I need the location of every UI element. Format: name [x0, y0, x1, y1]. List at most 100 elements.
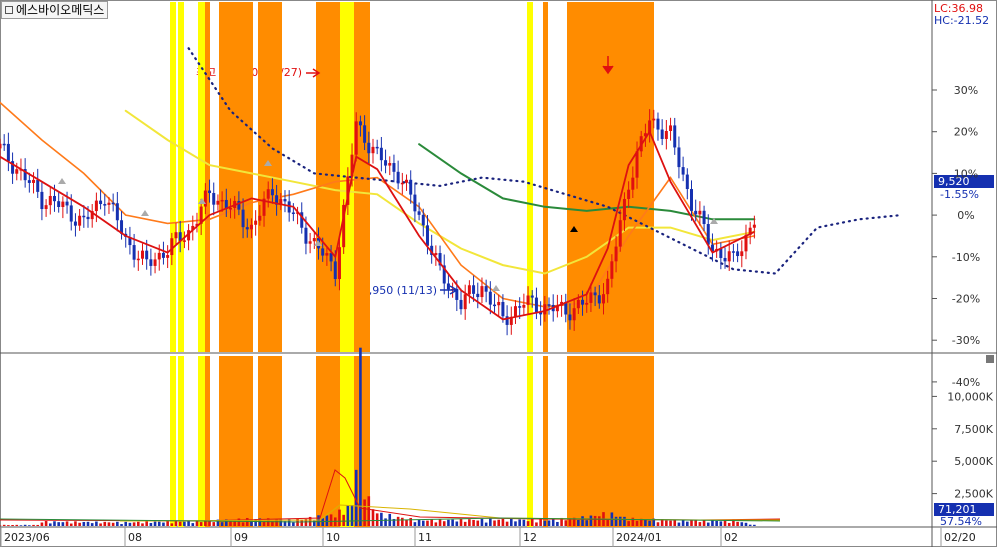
volume-bar: [589, 515, 593, 526]
event-band-volume: [354, 356, 364, 527]
volume-bar: [744, 522, 748, 526]
candle-body: [388, 163, 392, 166]
candle-body: [23, 169, 27, 181]
candle-body: [710, 244, 714, 252]
volume-bar: [120, 524, 123, 526]
candle-body: [52, 195, 56, 202]
volume-bar: [405, 519, 408, 526]
volume-bar: [614, 516, 618, 526]
volume-bar: [375, 513, 379, 526]
candle-body: [229, 207, 232, 210]
volume-bar: [61, 522, 65, 526]
volume-bar: [639, 518, 643, 526]
high-annotation: 최고 12,130 (09/27): [196, 66, 303, 79]
candle-body: [161, 252, 165, 258]
candle-body: [660, 129, 664, 139]
volume-bar: [245, 517, 249, 526]
volume-bar: [455, 521, 459, 526]
gray-up-marker-icon: [314, 240, 322, 246]
volume-bar: [333, 517, 337, 526]
time-axis-label: 2023/06: [4, 531, 50, 544]
volume-bar: [86, 521, 90, 526]
event-band-volume: [205, 356, 210, 527]
candle-body: [736, 251, 740, 257]
price-tick-label: -30%: [952, 334, 980, 347]
volume-bar: [275, 519, 278, 526]
candle-body: [648, 120, 652, 134]
volume-bar: [241, 522, 245, 526]
candle-body: [740, 251, 744, 257]
event-band-volume: [258, 356, 282, 527]
candle-body: [99, 200, 103, 205]
volume-bar: [325, 515, 329, 526]
chart-window: 에스바이오메딕스 LC:36.98 HC:-21.52 9,520 -1.55%…: [0, 0, 997, 547]
candle-body: [65, 201, 69, 206]
volume-bar: [417, 519, 421, 526]
volume-bar: [732, 519, 735, 526]
candle-body: [300, 212, 304, 228]
low-arrow-icon: [440, 285, 459, 295]
event-band-price: [258, 2, 282, 352]
volume-bar: [103, 521, 107, 526]
event-band-volume: [543, 356, 548, 527]
low-annotation: 최저 6,950 (11/13): [338, 284, 438, 297]
candle-body: [434, 253, 438, 255]
candle-body: [166, 255, 170, 258]
candle-body: [601, 294, 605, 304]
candle-body: [0, 143, 2, 149]
volume-bar: [279, 519, 283, 526]
candle-body: [606, 278, 610, 295]
volume-bar: [149, 523, 153, 526]
volume-bar: [11, 525, 14, 526]
event-band-price: [316, 2, 340, 352]
candle-body: [2, 143, 6, 146]
volume-bar: [509, 518, 513, 526]
candle-body: [467, 285, 471, 295]
volume-bar: [610, 512, 614, 526]
volume-bar: [740, 522, 744, 526]
candle-body: [111, 202, 115, 205]
price-tick-label: -40%: [952, 376, 980, 389]
volume-bar: [363, 499, 366, 526]
candle-body: [191, 225, 195, 231]
volume-bar: [593, 515, 597, 526]
high-arrow-icon: [306, 68, 321, 78]
volume-bar: [719, 521, 723, 526]
candle-body: [547, 304, 551, 306]
stock-title[interactable]: 에스바이오메딕스: [1, 1, 109, 19]
close-pane-icon[interactable]: [986, 355, 994, 363]
candle-body: [396, 171, 400, 184]
candle-body: [560, 301, 564, 306]
candle-body: [597, 295, 601, 304]
volume-bar: [124, 521, 128, 526]
volume-bar: [48, 523, 52, 526]
event-band-price: [543, 2, 548, 352]
candle-body: [212, 193, 216, 205]
event-band-volume: [567, 356, 654, 527]
candle-body: [241, 209, 245, 228]
volume-bar: [90, 523, 94, 526]
volume-bar: [82, 521, 86, 526]
volume-bar: [15, 524, 19, 526]
volume-bar: [95, 521, 98, 526]
volume-bar: [78, 522, 81, 526]
candle-body: [82, 215, 86, 218]
volume-bar: [69, 523, 73, 526]
volume-bar: [530, 519, 534, 526]
candle-body: [333, 261, 337, 280]
candle-body: [254, 220, 258, 225]
candle-body: [363, 125, 367, 143]
series-ma20-line: [0, 101, 756, 308]
volume-bar: [514, 521, 517, 526]
volume-bar: [426, 520, 429, 526]
volume-bar: [652, 518, 656, 526]
volume-bar: [191, 523, 195, 526]
candle-body: [48, 195, 52, 206]
volume-bar: [665, 520, 668, 526]
candle-body: [748, 227, 752, 235]
volume-bar: [606, 518, 609, 526]
volume-bar: [459, 518, 463, 526]
volume-tick-label: 2,500K: [954, 488, 993, 501]
candle-body: [555, 305, 559, 312]
time-axis-label: 02: [724, 531, 738, 544]
